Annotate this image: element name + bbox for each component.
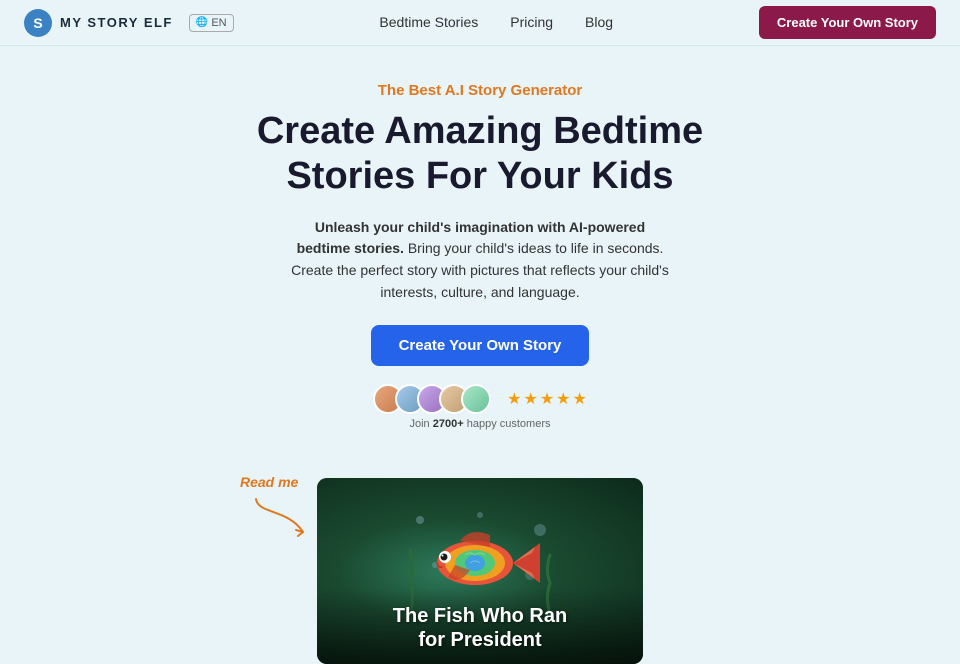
bottom-section: Read me bbox=[0, 474, 960, 664]
star-icon: ★ bbox=[523, 389, 537, 409]
social-proof: ★ ★ ★ ★ ★ Join 2700+ happy customers bbox=[20, 384, 940, 430]
avatar-group bbox=[373, 384, 491, 414]
avatar bbox=[461, 384, 491, 414]
social-row: ★ ★ ★ ★ ★ bbox=[373, 384, 587, 414]
customers-text: Join 2700+ happy customers bbox=[410, 418, 551, 430]
star-icon: ★ bbox=[556, 389, 570, 409]
hero-cta-button[interactable]: Create Your Own Story bbox=[371, 325, 590, 366]
star-icon: ★ bbox=[540, 389, 554, 409]
star-icon: ★ bbox=[507, 389, 521, 409]
logo[interactable]: S MY STORY ELF 🌐 EN bbox=[24, 9, 234, 37]
logo-icon: S bbox=[24, 9, 52, 37]
nav-pricing[interactable]: Pricing bbox=[510, 14, 553, 30]
story-card[interactable]: The Fish Who Ranfor President bbox=[317, 478, 643, 664]
nav-blog[interactable]: Blog bbox=[585, 14, 613, 30]
logo-text: MY STORY ELF bbox=[60, 15, 173, 30]
navbar: S MY STORY ELF 🌐 EN Bedtime Stories Pric… bbox=[0, 0, 960, 46]
story-card-title: The Fish Who Ranfor President bbox=[329, 604, 631, 652]
read-me-label: Read me bbox=[240, 474, 298, 490]
star-rating: ★ ★ ★ ★ ★ bbox=[507, 389, 587, 409]
nav-links: Bedtime Stories Pricing Blog bbox=[379, 14, 613, 32]
nav-bedtime-stories[interactable]: Bedtime Stories bbox=[379, 14, 478, 30]
story-title-overlay: The Fish Who Ranfor President bbox=[317, 588, 643, 664]
star-icon: ★ bbox=[573, 389, 587, 409]
hero-description: Unleash your child's imagination with AI… bbox=[290, 217, 670, 304]
hero-title: Create Amazing Bedtime Stories For Your … bbox=[20, 109, 940, 199]
nav-cta-button[interactable]: Create Your Own Story bbox=[759, 6, 936, 39]
arrow-icon bbox=[248, 494, 308, 544]
hero-section: The Best A.I Story Generator Create Amaz… bbox=[0, 46, 960, 474]
language-selector[interactable]: 🌐 EN bbox=[189, 14, 234, 32]
hero-subtitle: The Best A.I Story Generator bbox=[20, 82, 940, 99]
